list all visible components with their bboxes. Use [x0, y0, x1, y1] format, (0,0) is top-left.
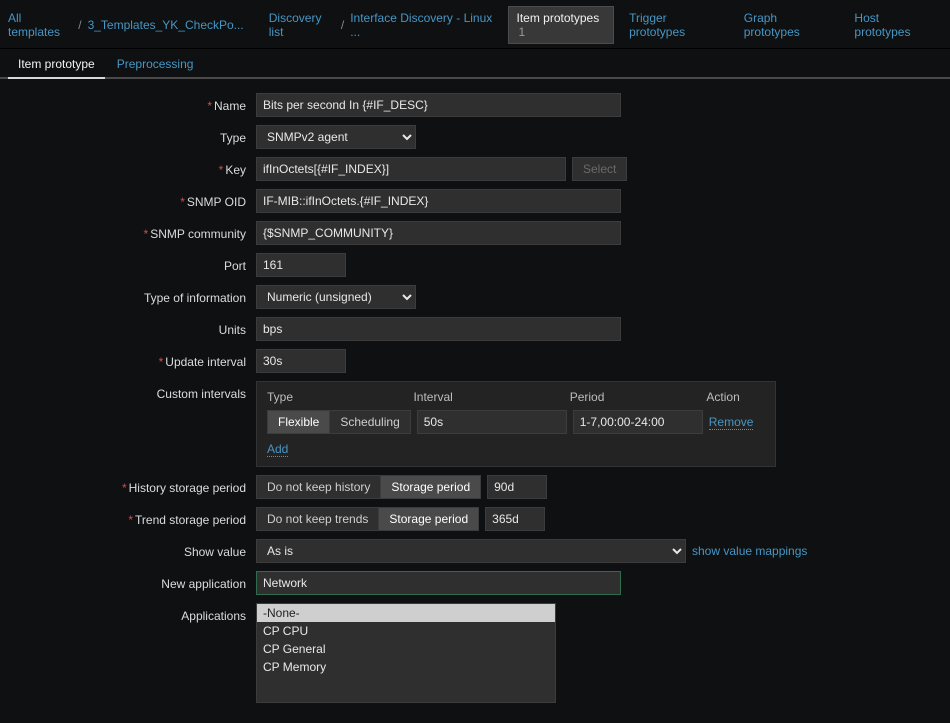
applications-list[interactable]: -None- CP CPU CP General CP Memory	[256, 603, 556, 703]
units-input[interactable]	[256, 317, 621, 341]
select-button: Select	[572, 157, 627, 181]
tab-host-prototypes[interactable]: Host prototypes	[845, 6, 942, 44]
breadcrumb-sep: /	[78, 18, 81, 32]
label-key: Key	[225, 163, 246, 177]
ci-hdr-interval: Interval	[413, 390, 569, 404]
applications-option-cp-general[interactable]: CP General	[257, 640, 555, 658]
breadcrumb-bar: All templates / 3_Templates_YK_CheckPo..…	[0, 0, 950, 49]
label-update-interval: Update interval	[165, 355, 246, 369]
subtab-item-prototype[interactable]: Item prototype	[8, 49, 105, 79]
snmp-oid-input[interactable]	[256, 189, 621, 213]
ci-type-toggle[interactable]: Flexible Scheduling	[267, 410, 411, 434]
history-toggle[interactable]: Do not keep history Storage period	[256, 475, 481, 499]
label-units: Units	[219, 323, 246, 337]
no-trends-button[interactable]: Do not keep trends	[256, 507, 378, 531]
label-port: Port	[224, 259, 246, 273]
ci-add-link[interactable]: Add	[267, 442, 288, 457]
ci-hdr-action: Action	[706, 390, 765, 404]
trend-toggle[interactable]: Do not keep trends Storage period	[256, 507, 479, 531]
label-snmp-community: SNMP community	[150, 227, 246, 241]
show-value-select[interactable]: As is	[256, 539, 686, 563]
flexible-button[interactable]: Flexible	[267, 410, 329, 434]
label-type: Type	[220, 131, 246, 145]
type-of-info-select[interactable]: Numeric (unsigned)	[256, 285, 416, 309]
label-snmp-oid: SNMP OID	[187, 195, 246, 209]
ci-period-input[interactable]	[573, 410, 703, 434]
ci-remove-link[interactable]: Remove	[709, 415, 754, 430]
show-value-mappings-link[interactable]: show value mappings	[692, 544, 807, 558]
label-applications: Applications	[181, 609, 246, 623]
breadcrumb-template[interactable]: 3_Templates_YK_CheckPo...	[88, 18, 244, 32]
ci-interval-input[interactable]	[417, 410, 567, 434]
type-select[interactable]: SNMPv2 agent	[256, 125, 416, 149]
history-storage-period-button[interactable]: Storage period	[380, 475, 481, 499]
subtab-preprocessing[interactable]: Preprocessing	[107, 49, 204, 79]
breadcrumb-discovery-rule[interactable]: Interface Discovery - Linux ...	[350, 11, 495, 39]
applications-option-cp-cpu[interactable]: CP CPU	[257, 622, 555, 640]
update-interval-input[interactable]	[256, 349, 346, 373]
breadcrumb-all-templates[interactable]: All templates	[8, 11, 72, 39]
label-show-value: Show value	[184, 545, 246, 559]
custom-intervals-panel: Type Interval Period Action Flexible Sch…	[256, 381, 776, 467]
breadcrumb-discovery-list[interactable]: Discovery list	[269, 11, 335, 39]
trend-period-input[interactable]	[485, 507, 545, 531]
key-input[interactable]	[256, 157, 566, 181]
label-type-of-info: Type of information	[144, 291, 246, 305]
label-new-application: New application	[161, 577, 246, 591]
snmp-community-input[interactable]	[256, 221, 621, 245]
label-custom-intervals: Custom intervals	[157, 387, 246, 401]
label-history: History storage period	[129, 481, 246, 495]
form: *Name Type SNMPv2 agent *Key Select *SNM…	[0, 79, 950, 723]
trend-storage-period-button[interactable]: Storage period	[378, 507, 479, 531]
tab-trigger-prototypes[interactable]: Trigger prototypes	[620, 6, 729, 44]
label-trend: Trend storage period	[135, 513, 246, 527]
tab-graph-prototypes[interactable]: Graph prototypes	[735, 6, 840, 44]
port-input[interactable]	[256, 253, 346, 277]
history-period-input[interactable]	[487, 475, 547, 499]
subtabs: Item prototype Preprocessing	[0, 49, 950, 79]
applications-option-none[interactable]: -None-	[257, 604, 555, 622]
label-name: Name	[214, 99, 246, 113]
new-application-input[interactable]	[256, 571, 621, 595]
applications-option-cp-memory[interactable]: CP Memory	[257, 658, 555, 676]
no-history-button[interactable]: Do not keep history	[256, 475, 380, 499]
scheduling-button[interactable]: Scheduling	[329, 410, 410, 434]
ci-hdr-period: Period	[570, 390, 707, 404]
tab-item-prototypes[interactable]: Item prototypes 1	[508, 6, 615, 44]
name-input[interactable]	[256, 93, 621, 117]
ci-hdr-type: Type	[267, 390, 413, 404]
breadcrumb-sep: /	[341, 18, 344, 32]
